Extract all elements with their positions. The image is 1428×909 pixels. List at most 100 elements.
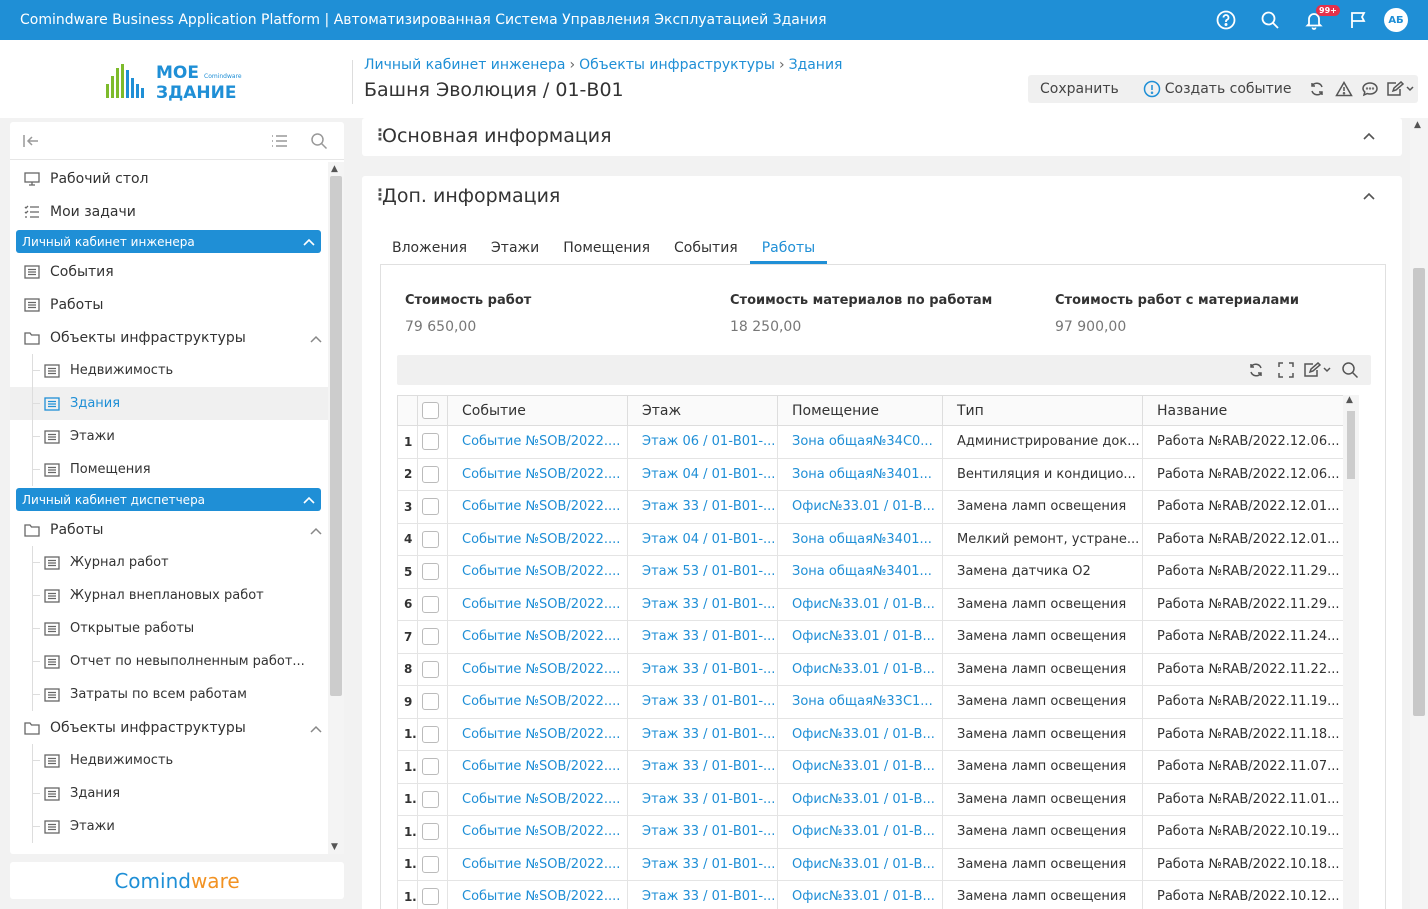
floor-link[interactable]: Этаж 33 / 01-B01-... bbox=[627, 847, 778, 881]
sidebar-item[interactable]: Объекты инфраструктуры bbox=[10, 711, 328, 744]
chevron-up-icon[interactable] bbox=[310, 331, 322, 347]
room-link[interactable]: Офис№33.01 / 01-B... bbox=[777, 880, 943, 909]
column-header-floor[interactable]: Этаж bbox=[627, 395, 778, 426]
table-row[interactable]: 10 Событие №SOB/2022....Этаж 33 / 01-B01-… bbox=[397, 717, 1344, 751]
breadcrumb-item[interactable]: Личный кабинет инженера bbox=[364, 57, 566, 73]
refresh-icon[interactable] bbox=[1241, 359, 1271, 381]
event-link[interactable]: Событие №SOB/2022.... bbox=[447, 490, 628, 524]
scroll-up-icon[interactable]: ▲ bbox=[1414, 120, 1421, 130]
tab-item[interactable]: События bbox=[662, 232, 750, 264]
row-checkbox[interactable] bbox=[422, 628, 439, 646]
refresh-icon[interactable] bbox=[1303, 81, 1330, 97]
create-event-button[interactable]: Создать событие bbox=[1131, 80, 1304, 98]
column-header-room[interactable]: Помещение bbox=[777, 395, 943, 426]
event-link[interactable]: Событие №SOB/2022.... bbox=[447, 457, 628, 491]
sidebar-item[interactable]: Рабочий стол bbox=[10, 162, 328, 195]
room-link[interactable]: Офис№33.01 / 01-B... bbox=[777, 717, 943, 751]
room-link[interactable]: Офис№33.01 / 01-B... bbox=[777, 782, 943, 816]
room-link[interactable]: Офис№33.01 / 01-B... bbox=[777, 620, 943, 654]
search-icon[interactable] bbox=[310, 132, 328, 154]
sidebar-item[interactable]: Открытые работы bbox=[10, 612, 328, 645]
tab-item[interactable]: Работы bbox=[749, 232, 828, 264]
table-row[interactable]: 15 Событие №SOB/2022....Этаж 33 / 01-B01-… bbox=[397, 880, 1344, 909]
table-row[interactable]: 5 Событие №SOB/2022.... Этаж 53 / 01-B01-.… bbox=[397, 555, 1344, 589]
floor-link[interactable]: Этаж 53 / 01-B01-... bbox=[627, 555, 778, 589]
column-header-type[interactable]: Тип bbox=[942, 395, 1143, 426]
sidebar-item[interactable]: Недвижимость bbox=[10, 354, 328, 387]
select-all-checkbox[interactable] bbox=[422, 402, 439, 419]
floor-link[interactable]: Этаж 33 / 01-B01-... bbox=[627, 750, 778, 784]
scrollbar-thumb[interactable] bbox=[330, 176, 342, 696]
scrollbar-thumb[interactable] bbox=[1413, 268, 1425, 716]
scrollbar-thumb[interactable] bbox=[1347, 411, 1355, 479]
main-scrollbar[interactable]: ▲ bbox=[1410, 118, 1428, 909]
sidebar-item[interactable]: Отчет по невыполненным работ... bbox=[10, 645, 328, 678]
room-link[interactable]: Офис№33.01 / 01-B... bbox=[777, 587, 943, 621]
row-checkbox[interactable] bbox=[422, 660, 439, 678]
sidebar-scrollbar[interactable]: ▲ ▼ bbox=[328, 162, 344, 854]
event-link[interactable]: Событие №SOB/2022.... bbox=[447, 815, 628, 849]
event-link[interactable]: Событие №SOB/2022.... bbox=[447, 620, 628, 654]
tab-item[interactable]: Вложения bbox=[380, 232, 479, 264]
sidebar-item[interactable]: Журнал работ bbox=[10, 546, 328, 579]
floor-link[interactable]: Этаж 06 / 01-B01-... bbox=[627, 425, 778, 459]
breadcrumb-item[interactable]: Объекты инфраструктуры bbox=[579, 57, 775, 73]
help-icon[interactable] bbox=[1204, 0, 1248, 40]
row-checkbox[interactable] bbox=[422, 530, 439, 548]
floor-link[interactable]: Этаж 33 / 01-B01-... bbox=[627, 782, 778, 816]
comment-icon[interactable] bbox=[1357, 81, 1384, 97]
room-link[interactable]: Зона общая№34C0... bbox=[777, 425, 943, 459]
row-checkbox[interactable] bbox=[422, 433, 439, 451]
room-link[interactable]: Офис№33.01 / 01-B... bbox=[777, 652, 943, 686]
table-row[interactable]: 2 Событие №SOB/2022.... Этаж 04 / 01-B01-.… bbox=[397, 457, 1344, 491]
event-link[interactable]: Событие №SOB/2022.... bbox=[447, 652, 628, 686]
scroll-up-icon[interactable]: ▲ bbox=[331, 164, 338, 174]
table-row[interactable]: 14 Событие №SOB/2022....Этаж 33 / 01-B01-… bbox=[397, 847, 1344, 881]
breadcrumb-item[interactable]: Здания bbox=[789, 57, 843, 73]
room-link[interactable]: Офис№33.01 / 01-B... bbox=[777, 847, 943, 881]
sidebar-item[interactable]: Недвижимость bbox=[10, 744, 328, 777]
row-checkbox[interactable] bbox=[422, 498, 439, 516]
table-row[interactable]: 8 Событие №SOB/2022.... Этаж 33 / 01-B01-.… bbox=[397, 652, 1344, 686]
avatar[interactable]: АБ bbox=[1384, 8, 1408, 32]
row-checkbox[interactable] bbox=[422, 563, 439, 581]
floor-link[interactable]: Этаж 04 / 01-B01-... bbox=[627, 457, 778, 491]
table-row[interactable]: 11 Событие №SOB/2022....Этаж 33 / 01-B01-… bbox=[397, 750, 1344, 784]
search-icon[interactable] bbox=[1248, 0, 1292, 40]
row-checkbox[interactable] bbox=[422, 855, 439, 873]
floor-link[interactable]: Этаж 33 / 01-B01-... bbox=[627, 880, 778, 909]
room-link[interactable]: Офис№33.01 / 01-B... bbox=[777, 490, 943, 524]
scroll-up-icon[interactable]: ▲ bbox=[1346, 395, 1353, 405]
sidebar-item[interactable]: Помещения bbox=[10, 453, 328, 486]
event-link[interactable]: Событие №SOB/2022.... bbox=[447, 587, 628, 621]
floor-link[interactable]: Этаж 33 / 01-B01-... bbox=[627, 490, 778, 524]
room-link[interactable]: Зона общая№3401... bbox=[777, 457, 943, 491]
row-checkbox[interactable] bbox=[422, 758, 439, 776]
sidebar-item[interactable]: Мои задачи bbox=[10, 195, 328, 228]
floor-link[interactable]: Этаж 33 / 01-B01-... bbox=[627, 717, 778, 751]
room-link[interactable]: Зона общая№3401... bbox=[777, 555, 943, 589]
fullscreen-icon[interactable] bbox=[1271, 359, 1301, 381]
sidebar-item[interactable]: Работы bbox=[10, 288, 328, 321]
sidebar-item[interactable]: Затраты по всем работам bbox=[10, 678, 328, 711]
event-link[interactable]: Событие №SOB/2022.... bbox=[447, 717, 628, 751]
event-link[interactable]: Событие №SOB/2022.... bbox=[447, 685, 628, 719]
chevron-up-icon[interactable] bbox=[303, 493, 315, 507]
bell-icon[interactable]: 99+ bbox=[1292, 0, 1340, 40]
sidebar-section[interactable]: Личный кабинет диспетчера bbox=[16, 488, 321, 511]
search-icon[interactable] bbox=[1335, 359, 1365, 381]
floor-link[interactable]: Этаж 33 / 01-B01-... bbox=[627, 620, 778, 654]
row-checkbox[interactable] bbox=[422, 465, 439, 483]
warning-icon[interactable] bbox=[1330, 81, 1357, 97]
sidebar-item[interactable]: Объекты инфраструктуры bbox=[10, 321, 328, 354]
event-link[interactable]: Событие №SOB/2022.... bbox=[447, 555, 628, 589]
table-row[interactable]: 6 Событие №SOB/2022.... Этаж 33 / 01-B01-.… bbox=[397, 587, 1344, 621]
floor-link[interactable]: Этаж 33 / 01-B01-... bbox=[627, 652, 778, 686]
column-header-name[interactable]: Название bbox=[1142, 395, 1344, 426]
sidebar-item[interactable]: Работы bbox=[10, 513, 328, 546]
save-button[interactable]: Сохранить bbox=[1028, 81, 1131, 97]
room-link[interactable]: Зона общая№3401... bbox=[777, 522, 943, 556]
event-link[interactable]: Событие №SOB/2022.... bbox=[447, 847, 628, 881]
row-checkbox[interactable] bbox=[422, 725, 439, 743]
flag-icon[interactable] bbox=[1336, 0, 1380, 40]
